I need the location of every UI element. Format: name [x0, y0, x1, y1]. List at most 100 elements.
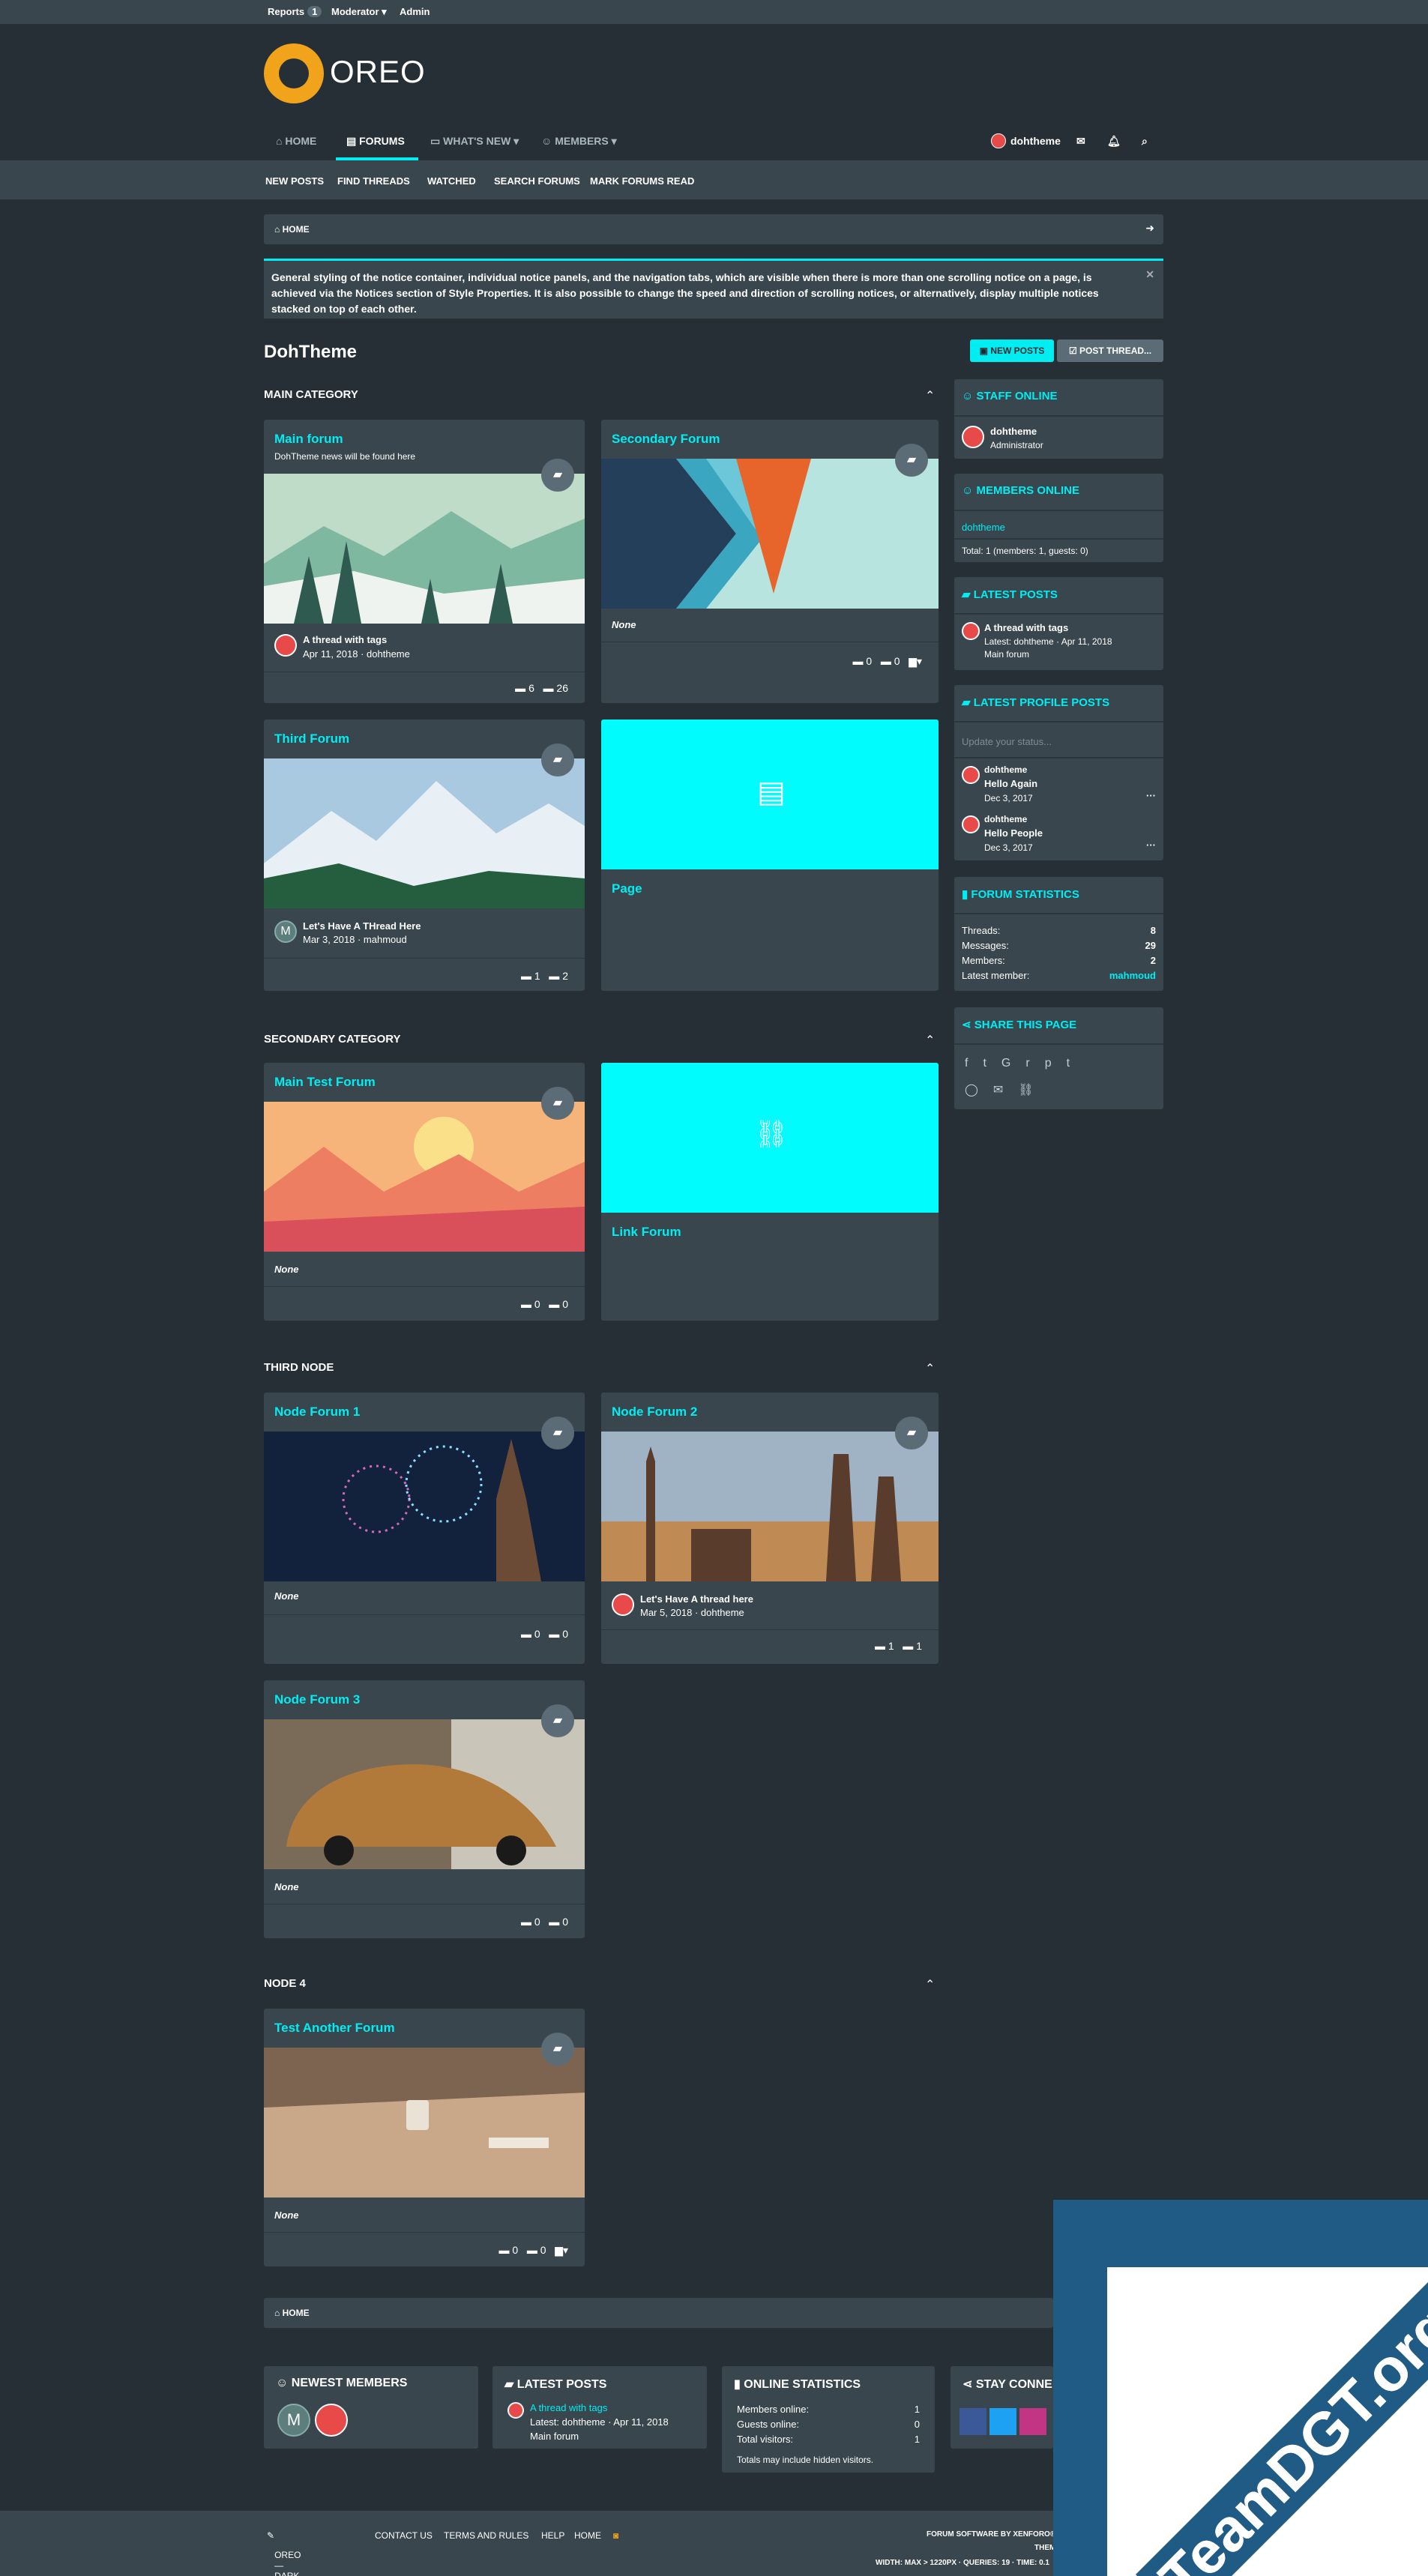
- collapse-icon[interactable]: ⌃: [925, 1033, 935, 1048]
- nav-tab-members[interactable]: ☺ MEMBERS ▾: [541, 135, 617, 148]
- forum-title[interactable]: Node Forum 2: [612, 1405, 697, 1420]
- facebook-icon[interactable]: f: [965, 1057, 983, 1070]
- chat-bubble-icon[interactable]: ▰: [541, 743, 574, 776]
- avatar[interactable]: [507, 2402, 524, 2419]
- contact-link[interactable]: CONTACT US: [375, 2530, 433, 2541]
- forum-card-node3[interactable]: Node Forum 3 ▰ None ▬ 0 ▬ 0: [264, 1680, 585, 1938]
- forum-title[interactable]: Third Forum: [274, 732, 349, 746]
- reddit-icon[interactable]: r: [1025, 1057, 1044, 1070]
- google-plus-icon[interactable]: G: [1001, 1057, 1025, 1070]
- more-icon[interactable]: ···: [1146, 839, 1156, 851]
- help-link[interactable]: HELP: [541, 2530, 564, 2541]
- avatar[interactable]: [315, 2404, 348, 2437]
- user-menu[interactable]: dohtheme: [1010, 135, 1061, 147]
- last-thread-title[interactable]: A thread with tags: [303, 634, 387, 645]
- new-posts-button[interactable]: ▣ NEW POSTS: [970, 340, 1054, 362]
- whatsapp-icon[interactable]: ◯: [965, 1084, 993, 1097]
- admin-link[interactable]: Admin: [400, 6, 430, 17]
- forum-title[interactable]: Main Test Forum: [274, 1075, 376, 1090]
- category-secondary[interactable]: SECONDARY CATEGORY: [264, 1033, 401, 1046]
- forum-card-node2[interactable]: Node Forum 2 ▰ Let's Have A thread here …: [601, 1393, 939, 1664]
- chat-bubble-icon[interactable]: ▰: [541, 1087, 574, 1120]
- breadcrumb-arrow-icon[interactable]: ➜: [1145, 222, 1154, 235]
- chat-bubble-icon[interactable]: ▰: [541, 2033, 574, 2066]
- avatar[interactable]: [962, 766, 980, 784]
- last-thread-title[interactable]: Let's Have A thread here: [640, 1593, 753, 1605]
- share-icons[interactable]: ftGrpt: [965, 1057, 1085, 1070]
- collapse-icon[interactable]: ⌃: [925, 1977, 935, 1992]
- avatar[interactable]: [274, 634, 297, 657]
- bell-icon[interactable]: 🔔︎: [1107, 135, 1121, 148]
- status-input[interactable]: Update your status...: [962, 736, 1052, 747]
- category-node4[interactable]: NODE 4: [264, 1977, 306, 1990]
- link-icon[interactable]: ⛓: [1018, 1084, 1048, 1097]
- forum-card-secondary[interactable]: Secondary Forum ▰ None ▬ 0 ▬ 0 ▆▾: [601, 420, 939, 703]
- chat-bubble-icon[interactable]: ▰: [541, 1417, 574, 1450]
- forum-card-main[interactable]: Main forum DohTheme news will be found h…: [264, 420, 585, 703]
- category-third[interactable]: THIRD NODE: [264, 1361, 334, 1374]
- avatar[interactable]: [962, 622, 980, 640]
- subnav-find-threads[interactable]: FIND THREADS: [337, 175, 410, 187]
- avatar[interactable]: M: [277, 2404, 310, 2437]
- category-main[interactable]: MAIN CATEGORY: [264, 388, 358, 401]
- subnav-search-forums[interactable]: SEARCH FORUMS: [494, 175, 580, 187]
- nav-tab-home[interactable]: ⌂ HOME: [276, 135, 316, 147]
- instagram-icon[interactable]: [1019, 2408, 1046, 2435]
- footer-latest-thread[interactable]: A thread with tags: [530, 2402, 607, 2413]
- terms-link[interactable]: TERMS AND RULES: [444, 2530, 528, 2541]
- mail-icon[interactable]: ✉: [1076, 135, 1085, 148]
- forum-title[interactable]: Node Forum 3: [274, 1692, 360, 1707]
- latest-post-forum[interactable]: Main forum: [984, 649, 1029, 660]
- avatar[interactable]: [962, 426, 984, 448]
- chat-bubble-icon[interactable]: ▰: [895, 1417, 928, 1450]
- page-title-link[interactable]: Page: [612, 881, 642, 896]
- subnav-new-posts[interactable]: NEW POSTS: [265, 175, 324, 187]
- collapse-icon[interactable]: ⌃: [925, 388, 935, 403]
- close-icon[interactable]: ✕: [1145, 267, 1154, 283]
- online-member[interactable]: dohtheme: [962, 522, 1005, 533]
- reports-link[interactable]: Reports 1: [268, 6, 322, 17]
- forum-card-another[interactable]: Test Another Forum ▰ None ▬ 0 ▬ 0 ▆▾: [264, 2009, 585, 2266]
- collapse-icon[interactable]: ⌃: [925, 1361, 935, 1376]
- latest-post-title[interactable]: A thread with tags: [984, 622, 1068, 633]
- style-chooser[interactable]: ✎ OREO—DARK—CYAN: [267, 2530, 301, 2576]
- user-avatar[interactable]: [991, 133, 1006, 148]
- avatar[interactable]: M: [274, 920, 297, 943]
- profile-post-user[interactable]: dohtheme: [984, 814, 1027, 824]
- forum-card-node1[interactable]: Node Forum 1 ▰ None ▬ 0 ▬ 0: [264, 1393, 585, 1664]
- moderator-link[interactable]: Moderator ▾: [331, 6, 387, 18]
- software-credit[interactable]: FORUM SOFTWARE BY XENFORO®: [927, 2530, 1055, 2539]
- nav-tab-whats-new[interactable]: ▭ WHAT'S NEW ▾: [430, 135, 519, 148]
- forum-title[interactable]: Test Another Forum: [274, 2021, 395, 2036]
- profile-post-user[interactable]: dohtheme: [984, 764, 1027, 775]
- staff-name[interactable]: dohtheme: [990, 426, 1037, 437]
- pinterest-icon[interactable]: p: [1045, 1057, 1067, 1070]
- twitter-icon[interactable]: [989, 2408, 1016, 2435]
- chat-bubble-icon[interactable]: ▰: [895, 444, 928, 477]
- avatar[interactable]: [612, 1593, 634, 1616]
- rss-icon[interactable]: ◙: [613, 2530, 618, 2541]
- latest-member-link[interactable]: mahmoud: [1109, 970, 1156, 981]
- subnav-watched[interactable]: WATCHED: [427, 175, 476, 187]
- forum-card-main-test[interactable]: Main Test Forum ▰ None ▬ 0 ▬ 0: [264, 1063, 585, 1321]
- home-link[interactable]: HOME: [574, 2530, 601, 2541]
- footer-latest-forum[interactable]: Main forum: [530, 2431, 579, 2442]
- chat-bubble-icon[interactable]: ▰: [541, 1704, 574, 1737]
- nav-tab-forums[interactable]: ▤ FORUMS: [346, 135, 405, 148]
- search-icon[interactable]: ⌕: [1142, 135, 1148, 148]
- email-icon[interactable]: ✉: [993, 1084, 1018, 1097]
- share-icons-row2[interactable]: ◯✉⛓: [965, 1082, 1049, 1097]
- logo-icon[interactable]: [264, 43, 324, 103]
- post-thread-button[interactable]: ☑ POST THREAD...: [1057, 340, 1163, 362]
- breadcrumb-home[interactable]: ⌂ HOME: [274, 224, 310, 235]
- link-forum-title[interactable]: Link Forum: [612, 1225, 681, 1240]
- avatar[interactable]: [962, 815, 980, 833]
- breadcrumb-home[interactable]: ⌂ HOME: [274, 2308, 310, 2318]
- page-card[interactable]: ▤ Page: [601, 720, 939, 991]
- more-icon[interactable]: ···: [1146, 790, 1156, 801]
- forum-title[interactable]: Main forum: [274, 432, 343, 447]
- forum-card-third[interactable]: Third Forum ▰ M Let's Have A THread Here…: [264, 720, 585, 991]
- tumblr-icon[interactable]: t: [1067, 1057, 1085, 1070]
- forum-title[interactable]: Secondary Forum: [612, 432, 720, 447]
- twitter-icon[interactable]: t: [983, 1057, 1001, 1070]
